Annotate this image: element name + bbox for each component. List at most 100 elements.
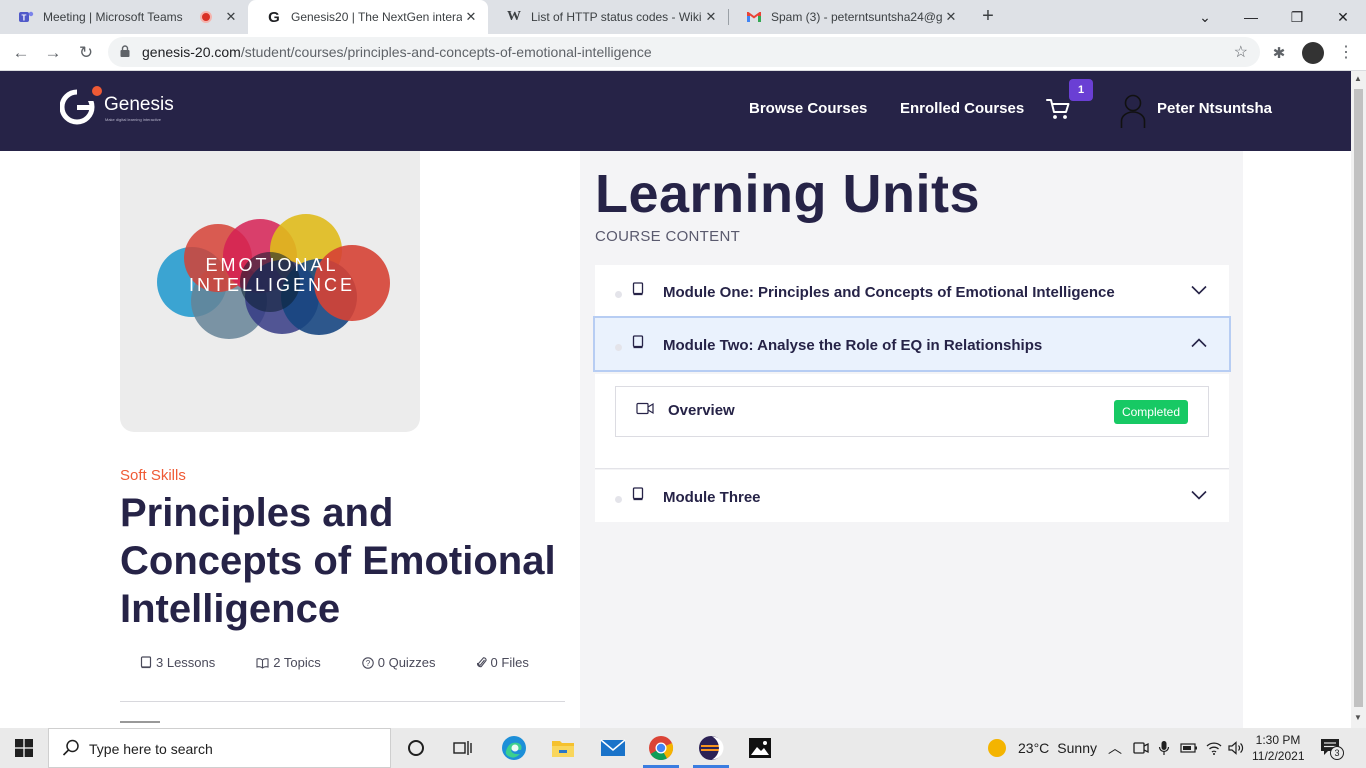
book-icon — [632, 335, 644, 349]
nav-browse-courses[interactable]: Browse Courses — [749, 100, 867, 117]
reload-button[interactable]: ↻ — [73, 40, 99, 66]
task-view-icon[interactable] — [441, 732, 485, 764]
url-text: genesis-20.com/student/courses/principle… — [142, 37, 652, 67]
extensions-icon[interactable]: ✱ — [1268, 42, 1290, 64]
taskbar-clock[interactable]: 1:30 PM 11/2/2021 — [1252, 732, 1305, 764]
gmail-icon — [746, 9, 762, 25]
cart-icon[interactable] — [1045, 97, 1071, 121]
tab-search-icon[interactable]: ⌄ — [1182, 0, 1228, 34]
photos-icon[interactable] — [738, 732, 782, 764]
close-tab-icon[interactable]: ✕ — [942, 9, 960, 25]
scrollbar-thumb[interactable] — [1354, 89, 1363, 707]
module-accordion-item[interactable]: Module One: Principles and Concepts of E… — [595, 265, 1229, 317]
genesis-icon: G — [268, 8, 280, 26]
browser-menu-icon[interactable]: ⋮ — [1336, 42, 1356, 64]
module-accordion-item[interactable]: Module Two: Analyse the Role of EQ in Re… — [593, 316, 1231, 372]
taskbar-search[interactable]: Type here to search — [48, 728, 391, 768]
tab-title: List of HTTP status codes - Wikip — [531, 10, 702, 24]
profile-avatar[interactable] — [1302, 42, 1324, 64]
chevron-down-icon[interactable] — [1191, 285, 1207, 295]
stat-files-text: 0 Files — [490, 655, 529, 670]
learning-units-title: Learning Units — [595, 164, 981, 224]
minimize-button[interactable]: — — [1228, 0, 1274, 34]
svg-text:?: ? — [366, 658, 371, 667]
wifi-icon[interactable] — [1206, 728, 1222, 768]
status-dot — [615, 344, 622, 351]
weather-widget[interactable]: 23°C Sunny — [988, 728, 1097, 768]
book-icon — [632, 282, 644, 296]
stat-topics-text: 2 Topics — [273, 655, 321, 670]
notification-center-icon[interactable]: 3 — [1320, 738, 1348, 760]
recording-icon — [200, 11, 212, 23]
stat-lessons: 3 Lessons — [140, 655, 215, 670]
tab-title: Meeting | Microsoft Teams — [43, 10, 183, 24]
scroll-down-icon[interactable]: ▼ — [1354, 713, 1362, 722]
module-accordion-item[interactable]: Module Three — [595, 470, 1229, 522]
lesson-item[interactable]: Overview Completed — [615, 386, 1209, 437]
meet-now-icon[interactable] — [1133, 728, 1149, 768]
user-name[interactable]: Peter Ntsuntsha — [1157, 100, 1272, 117]
bookmark-star-icon[interactable]: ☆ — [1234, 42, 1248, 62]
status-dot — [615, 496, 622, 503]
course-image: EMOTIONAL INTELLIGENCE — [120, 151, 420, 432]
course-category[interactable]: Soft Skills — [120, 467, 186, 484]
mail-icon[interactable] — [591, 732, 635, 764]
start-button[interactable] — [0, 728, 48, 768]
status-dot — [615, 291, 622, 298]
page-scrollbar[interactable]: ▲ ▼ — [1351, 71, 1366, 728]
logo-text: Genesis — [104, 94, 174, 115]
stat-files: 0 Files — [476, 655, 529, 670]
clock-time: 1:30 PM — [1255, 733, 1301, 747]
url-path: /student/courses/principles-and-concepts… — [240, 44, 652, 60]
windows-icon — [15, 739, 33, 757]
forward-button[interactable]: → — [40, 40, 66, 66]
edge-icon[interactable] — [492, 732, 536, 764]
close-tab-icon[interactable]: ✕ — [222, 9, 240, 25]
eclipse-icon[interactable] — [689, 732, 733, 768]
genesis-logo[interactable]: Genesis Make digital learning interactiv… — [59, 85, 190, 137]
browser-toolbar: ← → ↻ genesis-20.com/student/courses/pri… — [0, 34, 1366, 71]
new-tab-button[interactable]: + — [976, 4, 1000, 30]
completed-badge: Completed — [1113, 400, 1188, 424]
chevron-up-icon[interactable] — [1191, 338, 1207, 348]
volume-icon[interactable] — [1228, 728, 1244, 768]
tab-title: Genesis20 | The NextGen interacti — [291, 10, 462, 24]
svg-text:T: T — [22, 14, 27, 23]
video-icon — [636, 402, 654, 415]
image-text-line1: EMOTIONAL — [205, 255, 338, 275]
cortana-icon[interactable] — [394, 732, 438, 764]
browser-tab-gmail[interactable]: Spam (3) - peterntsuntsha24@gm ✕ — [728, 0, 968, 34]
image-text-line2: INTELLIGENCE — [189, 275, 355, 295]
stat-topics: 2 Topics — [256, 655, 321, 670]
browser-tab-wikipedia[interactable]: W List of HTTP status codes - Wikip ✕ — [488, 0, 728, 34]
chrome-icon[interactable] — [639, 732, 683, 768]
close-window-button[interactable]: ✕ — [1320, 0, 1366, 34]
browser-tab-genesis[interactable]: G Genesis20 | The NextGen interacti ✕ — [248, 0, 488, 34]
stat-quizzes-text: 0 Quizzes — [377, 655, 436, 670]
close-tab-icon[interactable]: ✕ — [462, 9, 480, 25]
question-icon: ? — [361, 656, 374, 669]
book-icon — [140, 656, 152, 669]
module-title: Module Two: Analyse the Role of EQ in Re… — [663, 337, 1043, 354]
back-button[interactable]: ← — [8, 40, 34, 66]
page-viewport: Genesis Make digital learning interactiv… — [0, 71, 1351, 728]
address-bar[interactable]: genesis-20.com/student/courses/principle… — [108, 37, 1260, 67]
browser-tab-teams[interactable]: T Meeting | Microsoft Teams ✕ — [0, 0, 248, 34]
logo-tagline: Make digital learning interactive — [105, 117, 162, 122]
site-header: Genesis Make digital learning interactiv… — [0, 71, 1351, 151]
lock-icon[interactable] — [120, 45, 130, 57]
close-tab-icon[interactable]: ✕ — [702, 9, 720, 25]
microphone-icon[interactable] — [1158, 728, 1170, 768]
show-hidden-icons[interactable]: ︿ — [1108, 728, 1122, 768]
tab-title: Spam (3) - peterntsuntsha24@gm — [771, 10, 942, 24]
lesson-title: Overview — [668, 402, 735, 419]
nav-enrolled-courses[interactable]: Enrolled Courses — [900, 100, 1024, 117]
battery-icon[interactable] — [1180, 728, 1198, 768]
restore-button[interactable]: ❐ — [1274, 0, 1320, 34]
file-explorer-icon[interactable] — [541, 732, 585, 764]
wikipedia-icon: W — [507, 9, 521, 24]
course-stats: 3 Lessons 2 Topics ? 0 Quizzes 0 Files — [140, 655, 570, 670]
scroll-up-icon[interactable]: ▲ — [1354, 74, 1362, 83]
user-icon[interactable] — [1120, 93, 1146, 129]
chevron-down-icon[interactable] — [1191, 490, 1207, 500]
